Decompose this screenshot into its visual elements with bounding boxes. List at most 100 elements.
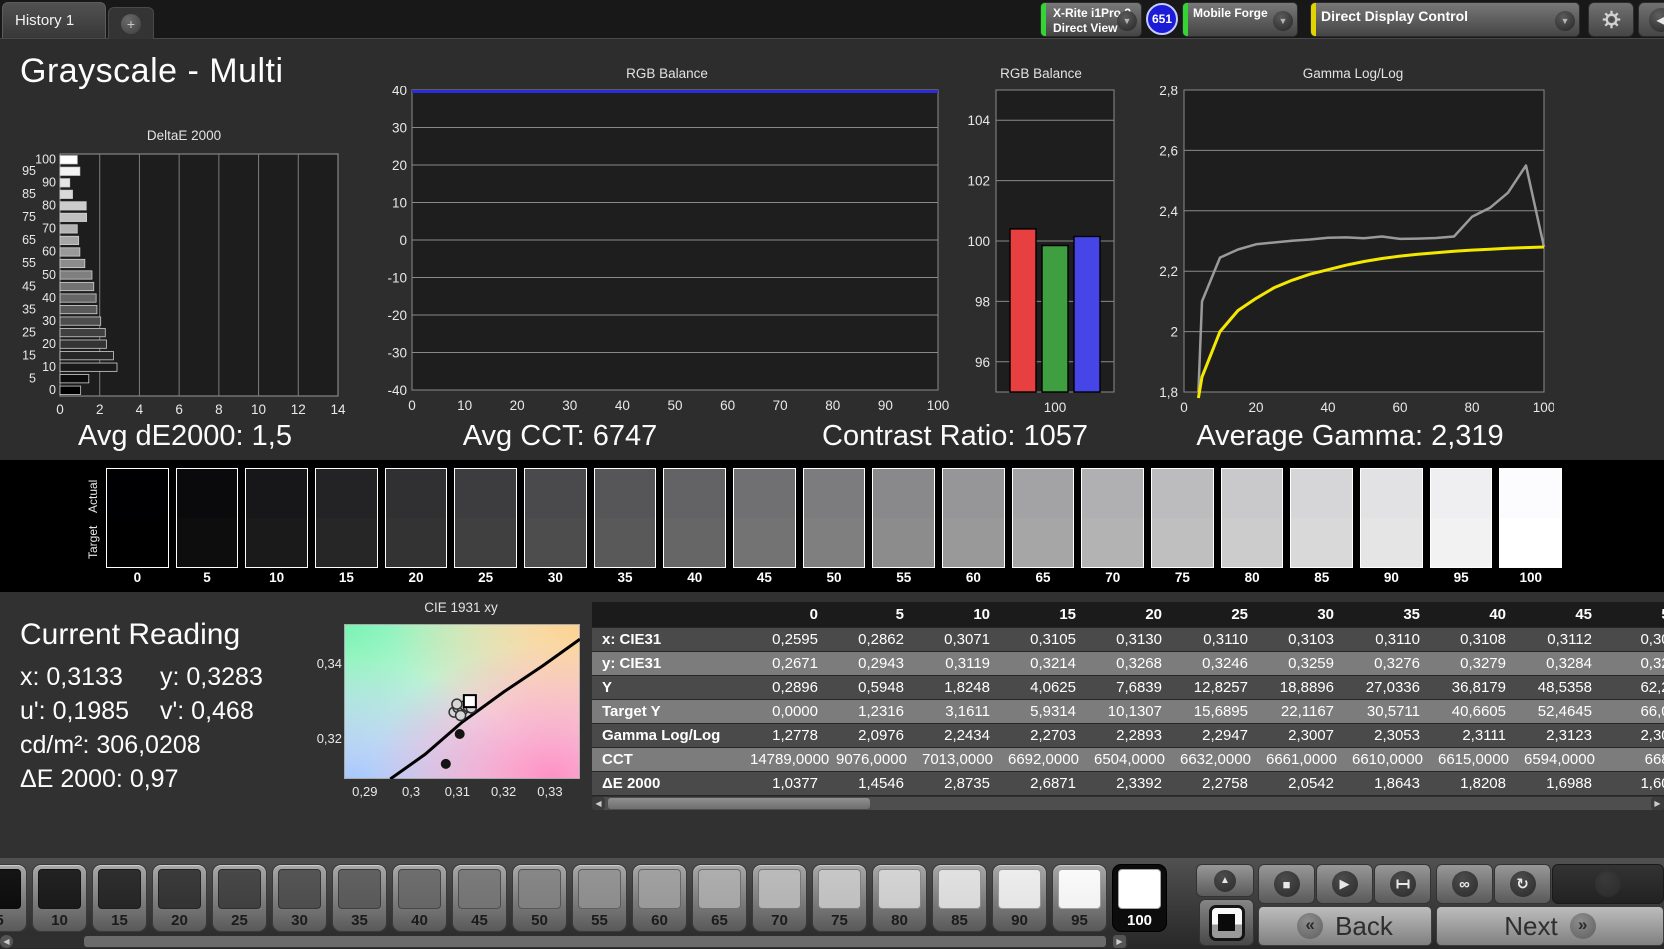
patch-button-55[interactable]: 55 <box>572 864 627 932</box>
deltae-chart: DeltaE 2000 0 2 4 6 8 10 12 14 0 5 10 15 20 25 30 35 40 4… <box>8 128 360 418</box>
settings-button[interactable] <box>1588 2 1634 37</box>
patch-button-label: 45 <box>471 912 488 929</box>
collapse-patch-panel-button[interactable]: ▲ <box>1196 864 1254 897</box>
patch-button-90[interactable]: 90 <box>992 864 1047 932</box>
swatch-75 <box>1151 468 1214 568</box>
table-cell: 6632,0000 <box>1180 748 1266 772</box>
patch-swatch <box>458 869 501 909</box>
table-cell: 0,3268 <box>1094 652 1180 676</box>
swatch-100 <box>1499 468 1563 568</box>
patch-button-65[interactable]: 65 <box>692 864 747 932</box>
patch-button-40[interactable]: 40 <box>392 864 447 932</box>
table-cell: 0,3119 <box>922 652 1008 676</box>
table-cell: 2,2703 <box>1008 724 1094 748</box>
play-button[interactable]: ▶ <box>1316 864 1373 904</box>
table-cell: 2,0542 <box>1266 772 1352 796</box>
svg-text:12: 12 <box>291 402 306 417</box>
scroll-left-icon[interactable]: ◀ <box>0 935 13 948</box>
next-button[interactable]: Next » <box>1436 906 1664 946</box>
patch-swatch <box>938 869 981 909</box>
patch-button-label: 80 <box>891 912 908 929</box>
rgb-bar-red <box>1009 228 1037 393</box>
display-control-dropdown[interactable]: Direct Display Control ▼ <box>1310 2 1580 37</box>
reading-count-badge[interactable]: 651 <box>1146 3 1178 35</box>
patch-button-70[interactable]: 70 <box>752 864 807 932</box>
refresh-icon: ↻ <box>1509 871 1536 897</box>
table-scrollbar-thumb[interactable] <box>608 798 870 809</box>
patch-swatch <box>218 869 261 909</box>
patch-button-35[interactable]: 35 <box>332 864 387 932</box>
patch-button-60[interactable]: 60 <box>632 864 687 932</box>
cie-chart: CIE 1931 xy 0,34 0,32 0,29 0,3 0,31 0,32 0,33 <box>317 600 592 812</box>
scroll-left-icon[interactable]: ◀ <box>592 797 605 810</box>
new-tab-button[interactable]: + <box>108 7 154 39</box>
scroll-right-icon[interactable]: ▶ <box>1113 935 1126 948</box>
svg-text:20: 20 <box>392 158 407 173</box>
patch-button-85[interactable]: 85 <box>932 864 987 932</box>
table-cell: 0,3108 <box>1438 628 1524 652</box>
patch-button-15[interactable]: 15 <box>92 864 147 932</box>
table-cell: 12,8257 <box>1180 676 1266 700</box>
table-cell: 2,3111 <box>1438 724 1524 748</box>
table-cell: 3,1611 <box>922 700 1008 724</box>
svg-text:102: 102 <box>967 174 990 189</box>
table-cell: 0,2943 <box>836 652 922 676</box>
swatch-20 <box>384 468 448 568</box>
infinity-icon: ∞ <box>1451 871 1478 897</box>
patch-button-75[interactable]: 75 <box>812 864 867 932</box>
cie-xtick: 0,3 <box>402 784 421 799</box>
swatch-label-90: 90 <box>1383 570 1399 585</box>
swatch-label-10: 10 <box>269 570 285 585</box>
table-scrollbar[interactable]: ◀ ▶ <box>592 797 1664 810</box>
patch-button-30[interactable]: 30 <box>272 864 327 932</box>
back-button-label: Back <box>1335 910 1393 941</box>
meter-dropdown[interactable]: X-Rite i1Pro 3 Direct View ▼ <box>1040 2 1142 37</box>
swatch-label-30: 30 <box>547 570 563 585</box>
swatch-60 <box>942 468 1005 568</box>
patch-button-95[interactable]: 95 <box>1052 864 1107 932</box>
svg-text:30: 30 <box>392 121 407 136</box>
patch-button-5[interactable]: 5 <box>0 864 27 932</box>
patch-button-20[interactable]: 20 <box>152 864 207 932</box>
collapse-panel-button[interactable]: ◀ <box>1638 2 1664 37</box>
table-cell: 2,0976 <box>836 724 922 748</box>
patch-swatch <box>1058 869 1101 909</box>
cie-chart-svg <box>389 637 580 779</box>
patch-row-scrollbar[interactable]: ◀ ▶ <box>0 935 1128 948</box>
svg-text:100: 100 <box>1044 400 1067 415</box>
tab-history-1[interactable]: History 1 <box>2 2 106 38</box>
svg-text:1,8: 1,8 <box>1159 385 1178 400</box>
svg-text:40: 40 <box>392 86 407 98</box>
svg-text:2,6: 2,6 <box>1159 143 1178 158</box>
patch-button-label: 50 <box>531 912 548 929</box>
patch-window-button[interactable] <box>1199 899 1254 946</box>
patch-swatch <box>98 869 141 909</box>
patch-button-100[interactable]: 100 <box>1112 864 1167 932</box>
table-row-label: CCT <box>592 748 750 772</box>
refresh-button[interactable]: ↻ <box>1494 864 1551 904</box>
patch-button-label: 5 <box>0 912 26 929</box>
step-icon <box>1389 871 1416 897</box>
svg-text:80: 80 <box>42 199 56 213</box>
patch-button-10[interactable]: 10 <box>32 864 87 932</box>
workflow-dropdown[interactable]: Mobile Forge ▼ <box>1182 2 1298 37</box>
patch-button-50[interactable]: 50 <box>512 864 567 932</box>
patch-button-80[interactable]: 80 <box>872 864 927 932</box>
svg-text:0: 0 <box>56 402 64 417</box>
table-col-header: 5 <box>836 602 922 628</box>
table-cell: 1,2778 <box>750 724 836 748</box>
display-control-label: Direct Display Control <box>1321 8 1469 24</box>
record-button[interactable] <box>1552 864 1664 904</box>
stop-button[interactable]: ■ <box>1258 864 1315 904</box>
patch-button-25[interactable]: 25 <box>212 864 267 932</box>
patch-scrollbar-thumb[interactable] <box>84 936 1106 947</box>
scroll-right-icon[interactable]: ▶ <box>1651 797 1664 810</box>
table-corner <box>592 602 750 628</box>
patch-button-45[interactable]: 45 <box>452 864 507 932</box>
step-button[interactable] <box>1374 864 1431 904</box>
loop-continuous-button[interactable]: ∞ <box>1436 864 1493 904</box>
swatch-50 <box>802 468 866 568</box>
svg-text:15: 15 <box>22 348 36 362</box>
swatch-label-70: 70 <box>1105 570 1121 585</box>
back-button[interactable]: « Back <box>1258 906 1432 946</box>
